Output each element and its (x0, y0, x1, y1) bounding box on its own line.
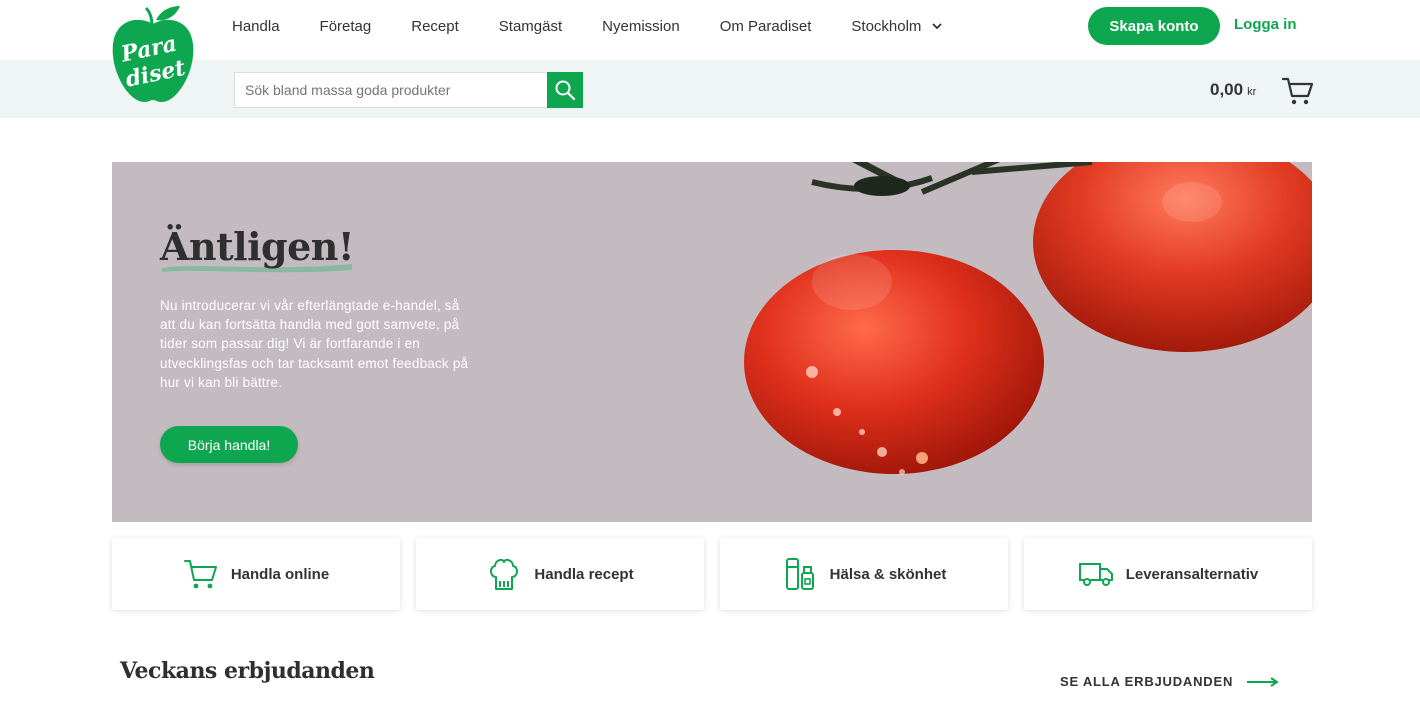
chef-hat-icon (486, 556, 522, 592)
hero-banner: Äntligen! Nu introducerar vi vår efterlä… (112, 162, 1312, 522)
card-label: Leveransalternativ (1125, 565, 1259, 583)
nav-item-om-paradiset[interactable]: Om Paradiset (720, 18, 812, 35)
arrow-right-icon (1247, 676, 1279, 687)
weekly-offers-title: Veckans erbjudanden (120, 658, 375, 684)
search-strip: 0,00kr (0, 60, 1420, 118)
nav-item-foretag[interactable]: Företag (320, 18, 372, 35)
cart-total-value: 0,00 (1210, 80, 1244, 99)
cart-currency: kr (1247, 86, 1257, 98)
card-shop-recipes[interactable]: Handla recept (416, 538, 704, 610)
location-label: Stockholm (851, 17, 922, 35)
category-cards: Handla online Handla recept Hälsa & skön… (112, 538, 1312, 610)
location-selector[interactable]: Stockholm (851, 18, 943, 35)
search-input[interactable] (234, 72, 548, 108)
create-account-button[interactable]: Skapa konto (1088, 7, 1220, 45)
card-label: Handla online (230, 565, 330, 583)
cosmetics-icon (782, 556, 818, 592)
card-shop-online[interactable]: Handla online (112, 538, 400, 610)
cart-total: 0,00 kr (1210, 80, 1256, 100)
login-link[interactable]: Logga in (1234, 16, 1297, 33)
see-all-label: SE ALLA ERBJUDANDEN (1060, 674, 1234, 689)
main-nav: Handla Företag Recept Stamgäst Nyemissio… (232, 0, 983, 52)
nav-item-nyemission[interactable]: Nyemission (602, 18, 680, 35)
search-button[interactable] (547, 72, 583, 108)
truck-icon (1078, 556, 1114, 592)
see-all-offers-link[interactable]: SE ALLA ERBJUDANDEN (1060, 674, 1279, 689)
tomatoes-image (744, 162, 1312, 475)
search-icon (555, 80, 576, 101)
paradiset-logo[interactable]: Para diset (110, 4, 196, 106)
hero-title: Äntligen! (160, 224, 355, 269)
chevron-down-icon (932, 23, 943, 30)
nav-item-stamgast[interactable]: Stamgäst (499, 18, 562, 35)
start-shopping-button[interactable]: Börja handla! (160, 426, 298, 463)
card-label: Hälsa & skönhet (829, 565, 947, 583)
hero-text: Nu introducerar vi vår efterlängtade e-h… (160, 298, 469, 390)
card-delivery-options[interactable]: Leveransalternativ (1024, 538, 1312, 610)
cart-icon[interactable] (1282, 76, 1314, 106)
top-bar: Handla Företag Recept Stamgäst Nyemissio… (0, 0, 1420, 60)
cart-icon (183, 556, 219, 592)
card-label: Handla recept (534, 565, 634, 583)
nav-item-recept[interactable]: Recept (411, 18, 459, 35)
nav-item-handla[interactable]: Handla (232, 18, 280, 35)
card-health-beauty[interactable]: Hälsa & skönhet (720, 538, 1008, 610)
